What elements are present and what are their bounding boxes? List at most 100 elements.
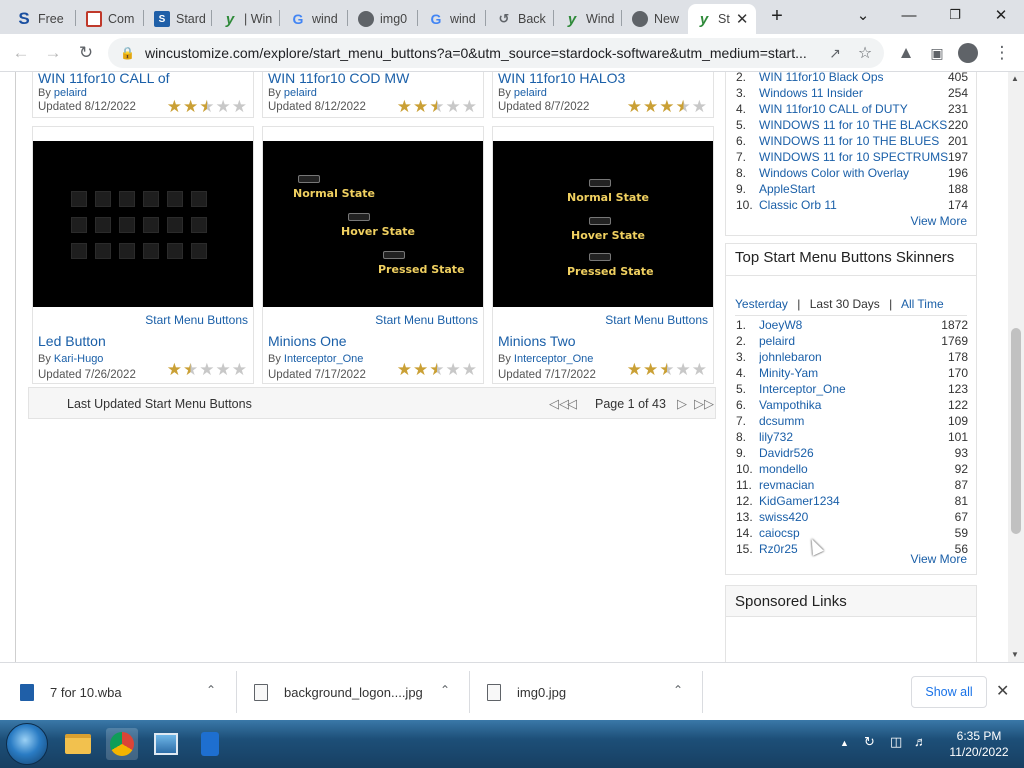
scroll-down-icon[interactable]: ▼ — [1011, 650, 1019, 659]
skin-card[interactable]: WIN 11for10 CALL of By pelaird Updated 8… — [32, 72, 254, 118]
rank-name-link[interactable]: swiss420 — [759, 510, 955, 526]
rank-name-link[interactable]: Classic Orb 11 — [759, 198, 948, 214]
tab-win[interactable]: y | Win — [214, 4, 276, 34]
back-arrow-icon[interactable]: ← — [9, 41, 33, 65]
tab-active-wincustomize[interactable]: y St ✕ — [688, 4, 756, 34]
author-link[interactable]: pelaird — [284, 87, 317, 99]
skin-card[interactable]: Normal State Hover State Pressed State S… — [262, 126, 484, 384]
category-link[interactable]: Start Menu Buttons — [605, 313, 708, 327]
rank-name-link[interactable]: dcsumm — [759, 414, 948, 430]
skin-title-link[interactable]: WIN 11for10 CALL of — [38, 72, 170, 86]
rank-name-link[interactable]: JoeyW8 — [759, 318, 941, 334]
download-item[interactable]: 7 for 10.wba — [20, 663, 122, 721]
rank-name-link[interactable]: WIN 11for10 CALL of DUTY — [759, 102, 948, 118]
author-link[interactable]: pelaird — [54, 87, 87, 99]
chrome-taskbar-icon[interactable] — [106, 728, 138, 760]
rank-name-link[interactable]: WIN 11for10 Black Ops — [759, 72, 948, 86]
close-window-button[interactable]: ✕ — [986, 4, 1016, 26]
show-all-button[interactable]: Show all — [911, 676, 987, 708]
chevron-up-icon[interactable]: ⌃ — [206, 683, 216, 697]
last-page-icon[interactable]: ▷▷ — [694, 396, 714, 412]
rank-name-link[interactable]: Interceptor_One — [759, 382, 948, 398]
skin-title-link[interactable]: Minions Two — [498, 333, 576, 349]
skin-title-link[interactable]: Led Button — [38, 333, 106, 349]
close-icon[interactable]: ✕ — [996, 681, 1009, 701]
tab-google-wind-2[interactable]: G wind — [420, 4, 482, 34]
tab-backup[interactable]: ↺ Back — [488, 4, 550, 34]
view-more-link[interactable]: View More — [911, 552, 967, 566]
page-scrollbar[interactable]: ▲ ▼ — [1008, 72, 1024, 662]
sync-icon[interactable]: ↻ — [864, 734, 875, 750]
tab-new[interactable]: New — [624, 4, 686, 34]
bookmark-star-icon[interactable]: ☆ — [856, 44, 874, 62]
close-tab-icon[interactable]: ✕ — [736, 10, 749, 28]
skin-card[interactable]: Normal State Hover State Pressed State S… — [492, 126, 714, 384]
author-link[interactable]: Kari-Hugo — [54, 353, 104, 365]
tab-com[interactable]: Com — [78, 4, 140, 34]
rank-name-link[interactable]: Windows Color with Overlay — [759, 166, 948, 182]
rank-name-link[interactable]: WINDOWS 11 for 10 THE BLACKS — [759, 118, 948, 134]
rank-name-link[interactable]: mondello — [759, 462, 955, 478]
stardock-taskbar-icon[interactable] — [194, 728, 226, 760]
taskbar-clock[interactable]: 6:35 PM 11/20/2022 — [940, 728, 1018, 760]
rank-name-link[interactable]: Windows 11 Insider — [759, 86, 948, 102]
skin-title-link[interactable]: WIN 11for10 COD MW — [268, 72, 409, 86]
scroll-up-icon[interactable]: ▲ — [1011, 74, 1019, 83]
skin-thumbnail[interactable]: Normal State Hover State Pressed State — [493, 141, 713, 307]
profile-avatar-icon[interactable] — [956, 41, 980, 65]
file-explorer-icon[interactable] — [62, 728, 94, 760]
scrollbar-thumb[interactable] — [1011, 328, 1021, 534]
first-page-icon[interactable]: ◁◁ — [549, 396, 569, 412]
author-link[interactable]: pelaird — [514, 87, 547, 99]
tab-stardock[interactable]: S Stard — [146, 4, 208, 34]
side-panel-icon[interactable]: ▣ — [925, 41, 949, 65]
skin-card[interactable]: WIN 11for10 HALO3 By pelaird Updated 8/7… — [492, 72, 714, 118]
rank-name-link[interactable]: WINDOWS 11 for 10 SPECTRUMS — [759, 150, 948, 166]
author-link[interactable]: Interceptor_One — [284, 353, 364, 365]
prev-page-icon[interactable]: ◁ — [567, 396, 577, 412]
rank-name-link[interactable]: Vampothika — [759, 398, 948, 414]
rank-name-link[interactable]: johnlebaron — [759, 350, 948, 366]
tab-search-chevron-icon[interactable]: ⌄ — [848, 4, 878, 26]
skin-title-link[interactable]: Minions One — [268, 333, 347, 349]
skin-title-link[interactable]: WIN 11for10 HALO3 — [498, 72, 625, 86]
start-button[interactable] — [6, 723, 48, 765]
rank-name-link[interactable]: KidGamer1234 — [759, 494, 955, 510]
volume-icon[interactable]: ♬ — [914, 734, 927, 749]
chevron-up-icon[interactable]: ⌃ — [440, 683, 450, 697]
url-text[interactable]: wincustomize.com/explore/start_menu_butt… — [145, 45, 835, 61]
download-item[interactable]: background_logon....jpg — [254, 663, 423, 721]
tab-img0[interactable]: img0 — [350, 4, 414, 34]
extensions-puzzle-icon[interactable]: ▲ — [894, 41, 918, 65]
kebab-menu-icon[interactable]: ⋮ — [990, 41, 1014, 65]
rank-name-link[interactable]: lily732 — [759, 430, 948, 446]
skin-card[interactable]: WIN 11for10 COD MW By pelaird Updated 8/… — [262, 72, 484, 118]
rank-name-link[interactable]: AppleStart — [759, 182, 948, 198]
category-link[interactable]: Start Menu Buttons — [375, 313, 478, 327]
reload-icon[interactable]: ↻ — [74, 41, 98, 65]
restore-button[interactable]: ❐ — [940, 4, 970, 26]
rank-name-link[interactable]: revmacian — [759, 478, 955, 494]
rank-name-link[interactable]: caiocsp — [759, 526, 955, 542]
rank-name-link[interactable]: pelaird — [759, 334, 941, 350]
next-page-icon[interactable]: ▷ — [677, 396, 687, 412]
period-yesterday-link[interactable]: Yesterday — [735, 297, 788, 311]
author-link[interactable]: Interceptor_One — [514, 353, 594, 365]
period-all-time-link[interactable]: All Time — [901, 297, 944, 311]
tab-wind[interactable]: y Wind — [556, 4, 618, 34]
download-item[interactable]: img0.jpg — [487, 663, 566, 721]
display-icon[interactable]: ◫ — [890, 734, 902, 750]
share-icon[interactable]: ↗ — [826, 44, 844, 62]
new-tab-button[interactable]: + — [762, 5, 792, 27]
chevron-up-icon[interactable]: ⌃ — [673, 683, 683, 697]
tray-chevron-up-icon[interactable]: ▲ — [840, 738, 849, 748]
minimize-button[interactable]: — — [894, 4, 924, 26]
tab-google-wind[interactable]: G wind — [282, 4, 344, 34]
address-bar[interactable]: 🔒 wincustomize.com/explore/start_menu_bu… — [108, 38, 884, 68]
category-link[interactable]: Start Menu Buttons — [145, 313, 248, 327]
tab-free[interactable]: S Free — [8, 4, 70, 34]
photos-icon[interactable] — [150, 728, 182, 760]
rank-name-link[interactable]: Minity-Yam — [759, 366, 948, 382]
view-more-link[interactable]: View More — [911, 214, 967, 228]
skin-card[interactable]: Start Menu Buttons Led Button By Kari-Hu… — [32, 126, 254, 384]
